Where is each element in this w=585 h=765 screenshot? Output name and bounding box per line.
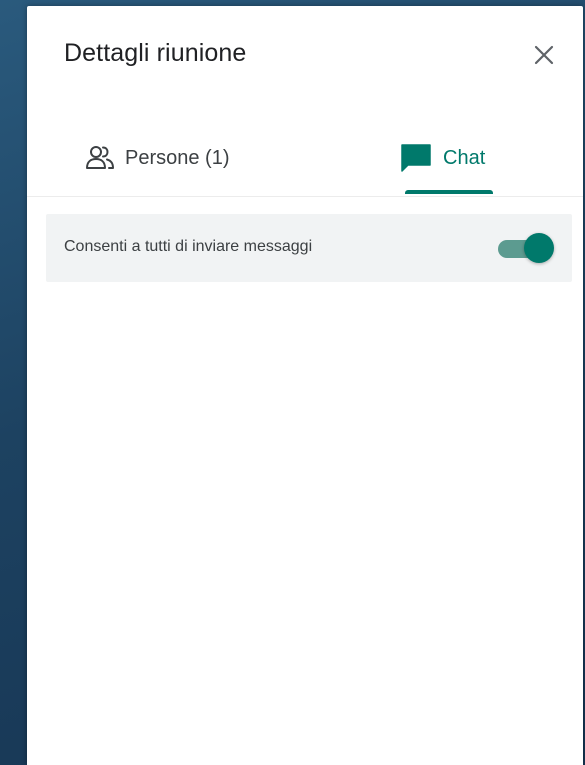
close-icon [534, 45, 554, 65]
tab-people-label: Persone (1) [125, 146, 230, 169]
allow-messages-setting: Consenti a tutti di inviare messaggi [46, 214, 572, 282]
panel-title: Dettagli riunione [64, 39, 247, 67]
panel-header: Dettagli riunione [27, 6, 583, 102]
close-button[interactable] [529, 40, 559, 70]
allow-messages-toggle[interactable] [496, 232, 556, 264]
meeting-details-panel: Dettagli riunione Persone (1) Chat Conse… [27, 6, 583, 765]
chat-messages-area [27, 296, 583, 765]
tab-people[interactable]: Persone (1) [85, 122, 265, 194]
people-icon [86, 146, 114, 169]
chat-icon [401, 144, 431, 172]
toggle-thumb [524, 233, 554, 263]
tab-chat[interactable]: Chat [399, 122, 529, 194]
panel-tabs: Persone (1) Chat [27, 124, 583, 197]
active-tab-indicator [405, 190, 493, 194]
allow-messages-label: Consenti a tutti di inviare messaggi [64, 238, 313, 255]
tab-chat-label: Chat [443, 146, 486, 169]
